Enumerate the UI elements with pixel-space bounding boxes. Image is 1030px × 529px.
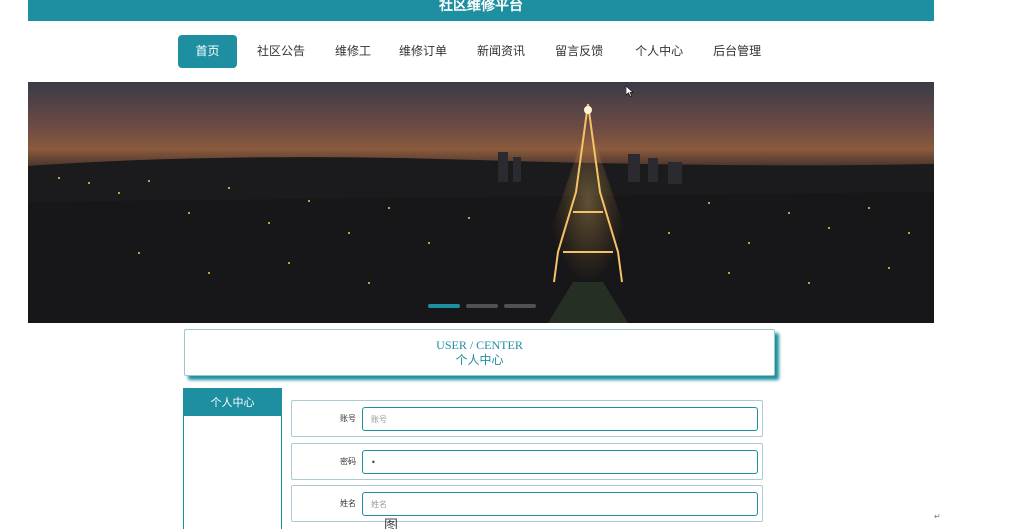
- name-row: 姓名: [291, 485, 763, 522]
- nav-item-announcements[interactable]: 社区公告: [257, 35, 305, 68]
- banner-city-image: [28, 82, 934, 323]
- user-center-title-zh: 个人中心: [455, 353, 504, 367]
- mouse-cursor-icon: [626, 86, 634, 97]
- site-title-bar: 社区维修平台: [28, 0, 934, 21]
- nav-item-news[interactable]: 新闻资讯: [477, 35, 525, 68]
- name-input[interactable]: [362, 492, 758, 516]
- main-nav: 首页 社区公告 维修工 维修订单 新闻资讯 留言反馈 个人中心 后台管理: [178, 35, 761, 68]
- account-input[interactable]: [362, 407, 758, 431]
- password-input[interactable]: [362, 450, 758, 474]
- sidebar-item-personal-center[interactable]: 个人中心: [184, 389, 281, 416]
- user-center-header: USER / CENTER 个人中心: [184, 329, 775, 376]
- carousel-dot[interactable]: [504, 304, 536, 308]
- return-mark-icon: ↵: [934, 512, 941, 521]
- nav-item-repairmen[interactable]: 维修工: [335, 35, 371, 68]
- nav-item-home[interactable]: 首页: [178, 35, 237, 68]
- banner-carousel[interactable]: [28, 82, 934, 323]
- name-label: 姓名: [340, 499, 356, 508]
- sidebar-menu: 个人中心: [183, 388, 282, 529]
- password-label: 密码: [340, 457, 356, 466]
- nav-item-feedback[interactable]: 留言反馈: [555, 35, 603, 68]
- account-label: 账号: [340, 414, 356, 423]
- carousel-indicators: [428, 304, 536, 308]
- account-row: 账号: [291, 400, 763, 437]
- figure-caption: 图: [384, 519, 398, 529]
- nav-item-admin[interactable]: 后台管理: [713, 35, 761, 68]
- nav-item-repair-orders[interactable]: 维修订单: [399, 35, 447, 68]
- password-row: 密码: [291, 443, 763, 480]
- site-title: 社区维修平台: [439, 0, 523, 14]
- user-center-title-en: USER / CENTER: [436, 338, 523, 352]
- nav-item-personal-center[interactable]: 个人中心: [635, 35, 683, 68]
- carousel-dot[interactable]: [466, 304, 498, 308]
- carousel-dot-active[interactable]: [428, 304, 460, 308]
